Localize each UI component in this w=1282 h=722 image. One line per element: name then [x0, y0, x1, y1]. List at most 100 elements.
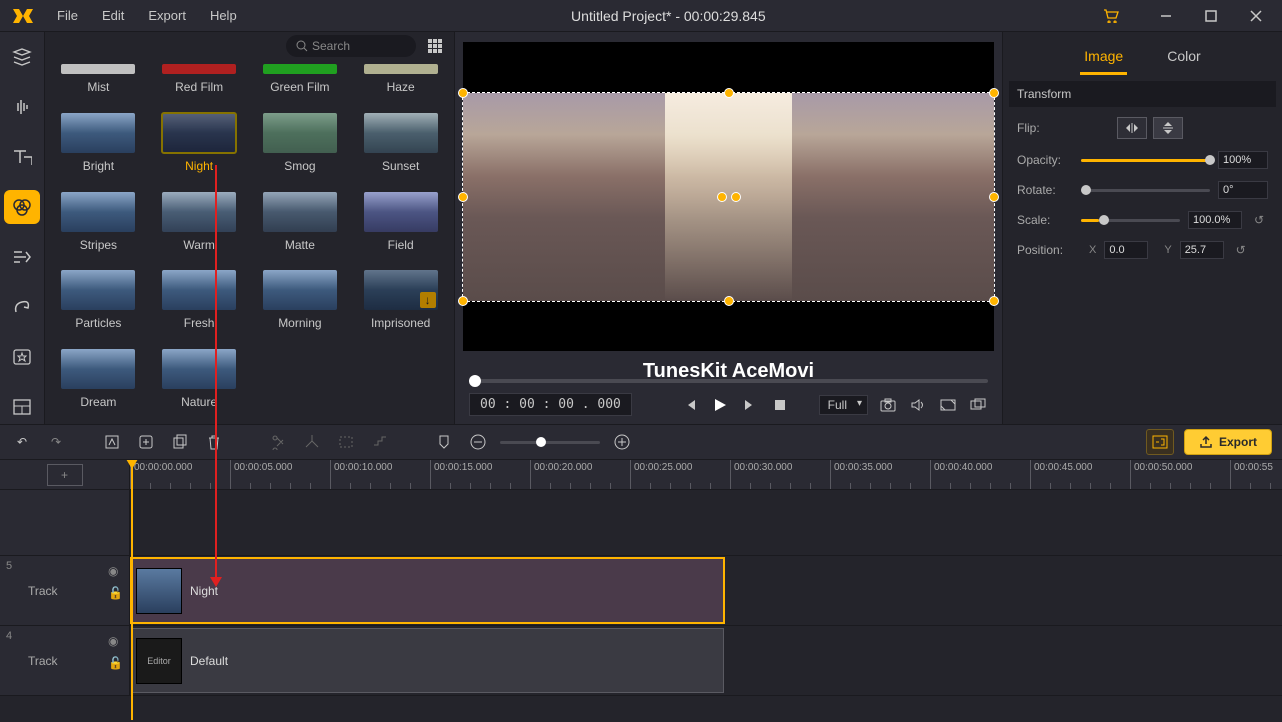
- volume-button[interactable]: [908, 395, 928, 415]
- auto-match-button[interactable]: [1146, 429, 1174, 455]
- filter-fresh[interactable]: Fresh: [160, 270, 239, 339]
- filter-night[interactable]: Night: [160, 113, 239, 182]
- transform-handle[interactable]: [724, 88, 734, 98]
- view-mode-select[interactable]: Full: [819, 395, 868, 415]
- filter-green-film[interactable]: Green Film: [261, 64, 340, 103]
- grid-view-toggle-icon[interactable]: [424, 35, 446, 57]
- tool-a-icon[interactable]: [100, 430, 124, 454]
- split-button[interactable]: [266, 430, 290, 454]
- scale-input[interactable]: [1188, 211, 1242, 229]
- track-number: 5: [6, 560, 12, 572]
- opacity-input[interactable]: [1218, 151, 1268, 169]
- redo-button[interactable]: ↷: [44, 430, 68, 454]
- add-track-button[interactable]: +: [47, 464, 83, 486]
- transform-handle[interactable]: [989, 296, 999, 306]
- filter-matte[interactable]: Matte: [261, 192, 340, 261]
- play-button[interactable]: [710, 395, 730, 415]
- transform-handle[interactable]: [458, 192, 468, 202]
- filter-nature[interactable]: Nature: [160, 349, 239, 418]
- lock-toggle-icon[interactable]: 🔓: [108, 656, 123, 670]
- menu-help[interactable]: Help: [198, 0, 249, 31]
- next-frame-button[interactable]: [740, 395, 760, 415]
- transform-handle[interactable]: [989, 192, 999, 202]
- rail-filters-icon[interactable]: [4, 190, 40, 224]
- preview-scrubber[interactable]: [469, 379, 988, 383]
- search-input[interactable]: Search: [286, 35, 416, 57]
- rotate-slider[interactable]: [1081, 189, 1210, 192]
- scale-reset-icon[interactable]: ↺: [1250, 211, 1268, 229]
- filter-mist[interactable]: Mist: [59, 64, 138, 103]
- scale-slider[interactable]: [1081, 219, 1180, 222]
- filter-haze[interactable]: Haze: [361, 64, 440, 103]
- lock-toggle-icon[interactable]: 🔓: [108, 586, 123, 600]
- tool-copy-icon[interactable]: [168, 430, 192, 454]
- menu-export[interactable]: Export: [136, 0, 198, 31]
- minimize-button[interactable]: [1143, 0, 1188, 32]
- stop-button[interactable]: [770, 395, 790, 415]
- rotate-input[interactable]: [1218, 181, 1268, 199]
- prev-frame-button[interactable]: [680, 395, 700, 415]
- undo-button[interactable]: ↶: [10, 430, 34, 454]
- crop-button[interactable]: [300, 430, 324, 454]
- snapshot-button[interactable]: [878, 395, 898, 415]
- playhead[interactable]: [131, 460, 133, 720]
- zoom-in-button[interactable]: [610, 430, 634, 454]
- rail-animations-icon[interactable]: [0, 290, 45, 324]
- rail-favorites-icon[interactable]: [0, 340, 45, 374]
- menu-file[interactable]: File: [45, 0, 90, 31]
- tab-color[interactable]: Color: [1163, 40, 1204, 75]
- video-canvas[interactable]: TunesKit AceMovi: [463, 42, 994, 351]
- rail-transitions-icon[interactable]: [0, 240, 45, 274]
- rail-media-icon[interactable]: [0, 40, 45, 74]
- tab-image[interactable]: Image: [1080, 40, 1127, 75]
- position-reset-icon[interactable]: ↺: [1232, 241, 1250, 259]
- export-button[interactable]: Export: [1184, 429, 1272, 455]
- filter-particles[interactable]: Particles: [59, 270, 138, 339]
- close-button[interactable]: [1233, 0, 1278, 32]
- video-frame[interactable]: [463, 93, 994, 301]
- flip-horizontal-button[interactable]: [1117, 117, 1147, 139]
- maximize-button[interactable]: [1188, 0, 1233, 32]
- transform-handle[interactable]: [989, 88, 999, 98]
- filter-imprisoned[interactable]: ↓Imprisoned: [361, 270, 440, 339]
- position-x-input[interactable]: [1104, 241, 1148, 259]
- zoom-out-button[interactable]: [466, 430, 490, 454]
- detach-button[interactable]: [968, 395, 988, 415]
- rail-text-icon[interactable]: [0, 140, 45, 174]
- rail-audio-icon[interactable]: [0, 90, 45, 124]
- transform-handle[interactable]: [458, 88, 468, 98]
- filter-morning[interactable]: Morning: [261, 270, 340, 339]
- filter-dream[interactable]: Dream: [59, 349, 138, 418]
- filter-smog[interactable]: Smog: [261, 113, 340, 182]
- filter-stripes[interactable]: Stripes: [59, 192, 138, 261]
- opacity-slider[interactable]: [1081, 159, 1210, 162]
- zoom-handle[interactable]: [536, 437, 546, 447]
- clip-night[interactable]: Night: [131, 558, 724, 623]
- marker-button[interactable]: [432, 430, 456, 454]
- aspect-button[interactable]: [938, 395, 958, 415]
- filter-red-film[interactable]: Red Film: [160, 64, 239, 103]
- flip-vertical-button[interactable]: [1153, 117, 1183, 139]
- visibility-toggle-icon[interactable]: ◉: [108, 634, 123, 648]
- tool-rect-icon[interactable]: [334, 430, 358, 454]
- tool-add-icon[interactable]: [134, 430, 158, 454]
- transform-handle[interactable]: [724, 296, 734, 306]
- time-ruler[interactable]: 00:00:00.00000:00:05.00000:00:10.00000:0…: [130, 460, 1282, 489]
- filter-warm[interactable]: Warm: [160, 192, 239, 261]
- zoom-slider[interactable]: [500, 441, 600, 444]
- cart-icon[interactable]: [1088, 0, 1133, 32]
- filter-field[interactable]: Field: [361, 192, 440, 261]
- label-scale: Scale:: [1017, 213, 1073, 227]
- tool-speed-icon[interactable]: [368, 430, 392, 454]
- scrubber-handle[interactable]: [469, 375, 481, 387]
- delete-button[interactable]: [202, 430, 226, 454]
- transform-handle[interactable]: [458, 296, 468, 306]
- rail-split-icon[interactable]: [0, 390, 45, 424]
- filter-bright[interactable]: Bright: [59, 113, 138, 182]
- position-y-input[interactable]: [1180, 241, 1224, 259]
- visibility-toggle-icon[interactable]: ◉: [108, 564, 123, 578]
- clip-default[interactable]: Editor Default: [131, 628, 724, 693]
- menu-edit[interactable]: Edit: [90, 0, 136, 31]
- filter-sunset[interactable]: Sunset: [361, 113, 440, 182]
- center-pivot-icon[interactable]: [717, 192, 741, 202]
